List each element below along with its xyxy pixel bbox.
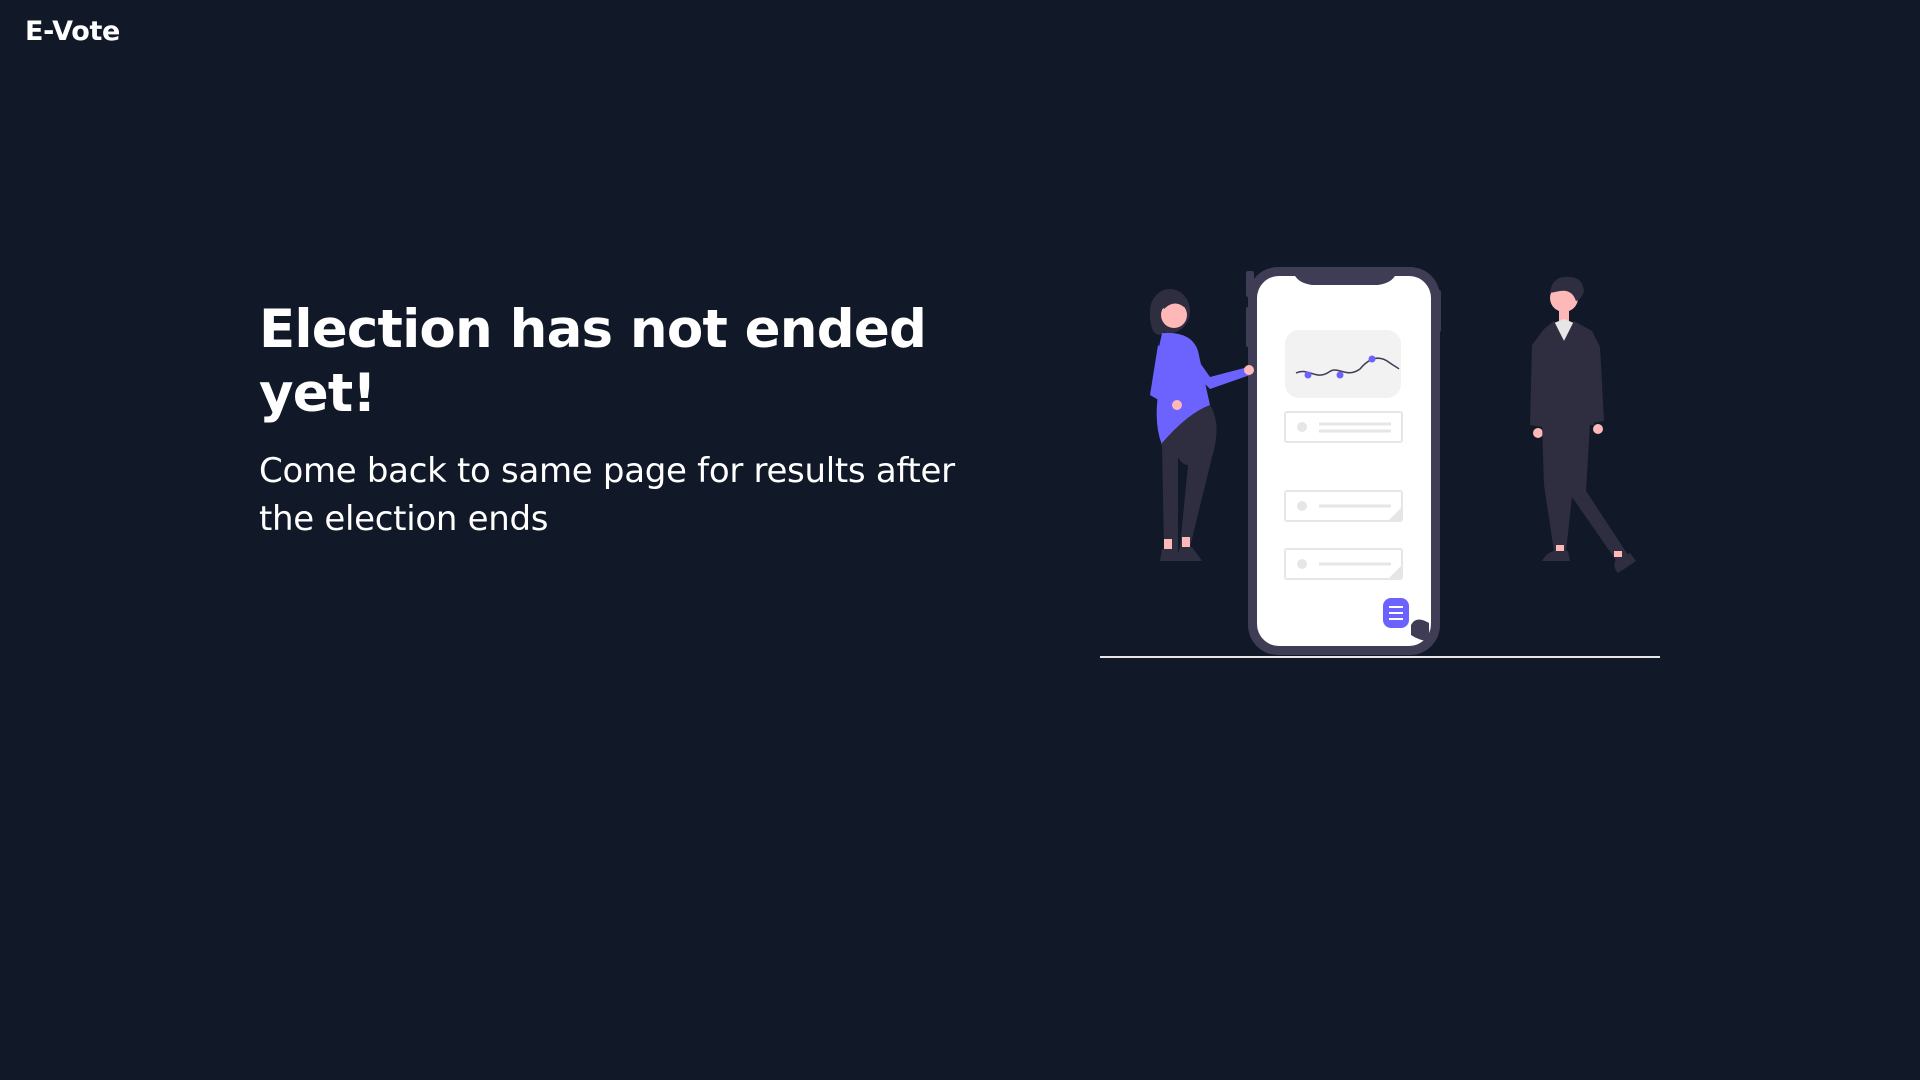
phone-icon	[1246, 267, 1441, 655]
brand-logo[interactable]: E-Vote	[25, 16, 120, 47]
results-pending-section: Election has not ended yet! Come back to…	[0, 70, 1920, 1080]
status-message-block: Election has not ended yet! Come back to…	[259, 298, 1039, 544]
navbar: E-Vote	[0, 0, 1920, 70]
people-with-phone-ballot-illustration	[1100, 267, 1660, 658]
woman-figure-icon	[1150, 289, 1254, 561]
status-description: Come back to same page for results after…	[259, 451, 955, 540]
page-title: Election has not ended yet!	[259, 299, 927, 424]
man-figure-icon	[1530, 276, 1636, 573]
